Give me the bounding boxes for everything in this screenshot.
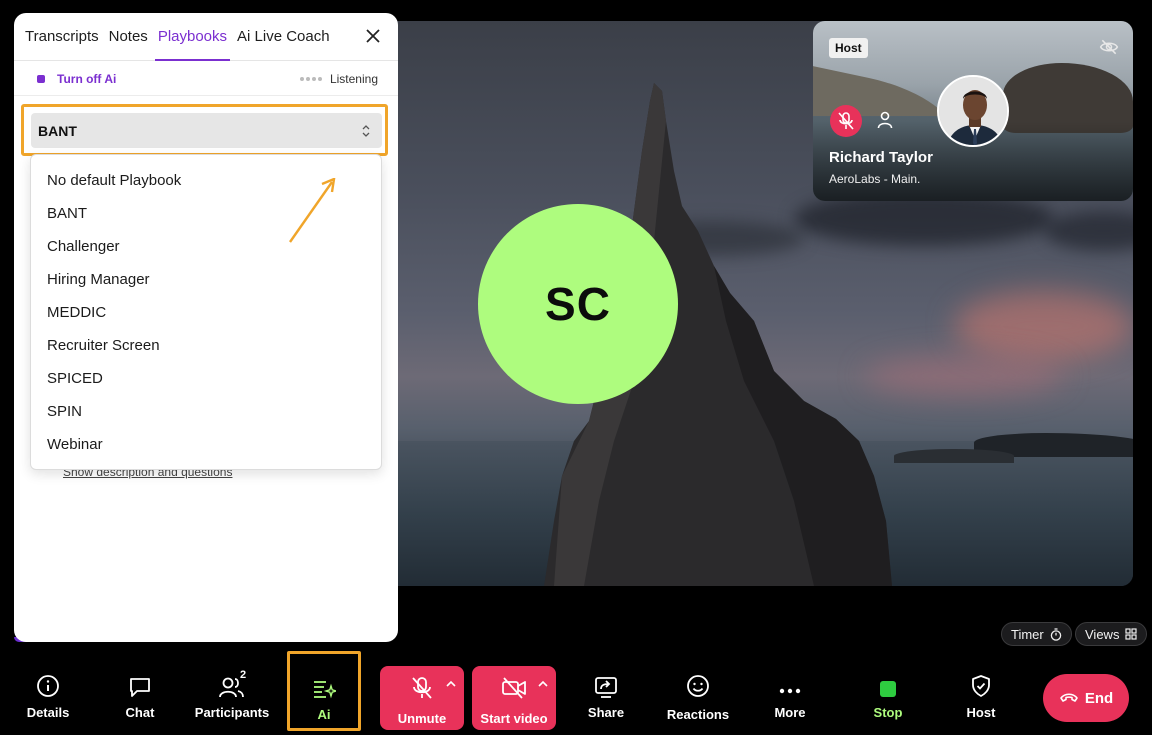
share-button[interactable]: Share bbox=[582, 650, 630, 735]
meeting-app: SC Host Richard Taylor AeroLabs - Main. … bbox=[0, 0, 1152, 735]
close-icon[interactable] bbox=[364, 27, 382, 45]
stop-square-icon bbox=[880, 681, 896, 697]
avatar-initials: SC bbox=[545, 278, 611, 330]
host-subtitle: AeroLabs - Main. bbox=[829, 172, 921, 186]
ai-status-row: Turn off Ai Listening bbox=[14, 62, 398, 96]
shield-check-icon bbox=[972, 675, 990, 697]
unmute-label: Unmute bbox=[397, 711, 447, 726]
ai-label: Ai bbox=[317, 707, 331, 722]
host-profile-photo bbox=[937, 75, 1009, 147]
playbook-select-value: BANT bbox=[38, 122, 77, 139]
tab-playbooks[interactable]: Playbooks bbox=[153, 13, 232, 61]
details-label: Details bbox=[26, 705, 70, 720]
details-button[interactable]: Details bbox=[26, 650, 70, 735]
person-icon bbox=[877, 111, 893, 129]
participant-avatar: SC bbox=[478, 204, 678, 404]
ai-button[interactable]: Ai bbox=[287, 651, 361, 731]
dropdown-option[interactable]: Webinar bbox=[31, 428, 381, 461]
share-label: Share bbox=[587, 705, 625, 720]
chat-label: Chat bbox=[125, 705, 155, 720]
dropdown-option[interactable]: Recruiter Screen bbox=[31, 329, 381, 362]
mic-off-icon bbox=[412, 677, 432, 699]
dropdown-option[interactable]: SPIN bbox=[31, 395, 381, 428]
chevron-up-icon[interactable] bbox=[446, 680, 456, 687]
dropdown-option[interactable]: Hiring Manager bbox=[31, 263, 381, 296]
listening-dots-icon bbox=[299, 77, 322, 81]
timer-label: Timer bbox=[1011, 626, 1044, 642]
participants-button[interactable]: Participants 2 bbox=[190, 650, 274, 735]
more-button[interactable]: More bbox=[766, 650, 814, 735]
start-video-button[interactable]: Start video bbox=[472, 666, 556, 730]
host-name: Richard Taylor bbox=[829, 149, 933, 166]
chevron-up-icon[interactable] bbox=[538, 680, 548, 687]
unmute-button[interactable]: Unmute bbox=[380, 666, 464, 730]
dropdown-option[interactable]: MEDDIC bbox=[31, 296, 381, 329]
meeting-toolbar: Details Chat Participants 2 Ai Unmute St… bbox=[0, 650, 1152, 735]
views-label: Views bbox=[1085, 626, 1120, 642]
ai-status-dot bbox=[37, 74, 45, 83]
playbook-select[interactable]: BANT bbox=[31, 113, 382, 148]
host-video-tile[interactable]: Host Richard Taylor AeroLabs - Main. bbox=[813, 21, 1133, 201]
panel-tabs: Transcripts Notes Playbooks Ai Live Coac… bbox=[14, 13, 398, 61]
stop-recording-button[interactable]: Stop bbox=[864, 650, 912, 735]
end-label: End bbox=[1084, 689, 1114, 707]
chat-button[interactable]: Chat bbox=[120, 650, 160, 735]
annotation-arrow-icon bbox=[289, 178, 336, 243]
more-label: More bbox=[774, 705, 806, 720]
video-off-icon bbox=[502, 677, 526, 699]
turn-off-ai-button[interactable]: Turn off Ai bbox=[57, 72, 116, 86]
chat-icon bbox=[130, 678, 150, 697]
views-button[interactable]: Views bbox=[1075, 622, 1148, 646]
hang-up-icon bbox=[1060, 693, 1078, 702]
ai-sparkle-icon bbox=[314, 681, 336, 699]
participants-count: 2 bbox=[240, 669, 247, 681]
end-call-button[interactable]: End bbox=[1043, 674, 1129, 722]
reactions-label: Reactions bbox=[666, 707, 730, 722]
eye-off-icon[interactable] bbox=[1099, 37, 1119, 57]
tab-ai-live-coach[interactable]: Ai Live Coach bbox=[232, 13, 335, 61]
timer-button[interactable]: Timer bbox=[1001, 622, 1072, 646]
participants-label: Participants bbox=[194, 705, 270, 720]
info-icon bbox=[37, 675, 59, 697]
chevron-up-down-icon bbox=[362, 125, 370, 137]
dropdown-option[interactable]: SPICED bbox=[31, 362, 381, 395]
more-dots-icon bbox=[779, 688, 801, 694]
grid-icon bbox=[1125, 628, 1138, 640]
ai-side-panel: Transcripts Notes Playbooks Ai Live Coac… bbox=[14, 13, 398, 642]
host-label: Host bbox=[966, 705, 996, 720]
stop-label: Stop bbox=[873, 705, 903, 720]
host-badge: Host bbox=[829, 38, 868, 58]
mic-off-icon bbox=[830, 105, 862, 137]
start-video-label: Start video bbox=[480, 711, 548, 726]
host-controls-button[interactable]: Host bbox=[958, 650, 1004, 735]
listening-indicator: Listening bbox=[299, 72, 378, 86]
stopwatch-icon bbox=[1050, 627, 1061, 641]
smiley-icon bbox=[687, 675, 709, 697]
listening-label: Listening bbox=[329, 72, 378, 86]
share-screen-icon bbox=[595, 677, 617, 698]
reactions-button[interactable]: Reactions bbox=[664, 650, 732, 735]
tab-notes[interactable]: Notes bbox=[104, 13, 153, 61]
tab-transcripts[interactable]: Transcripts bbox=[14, 13, 104, 61]
